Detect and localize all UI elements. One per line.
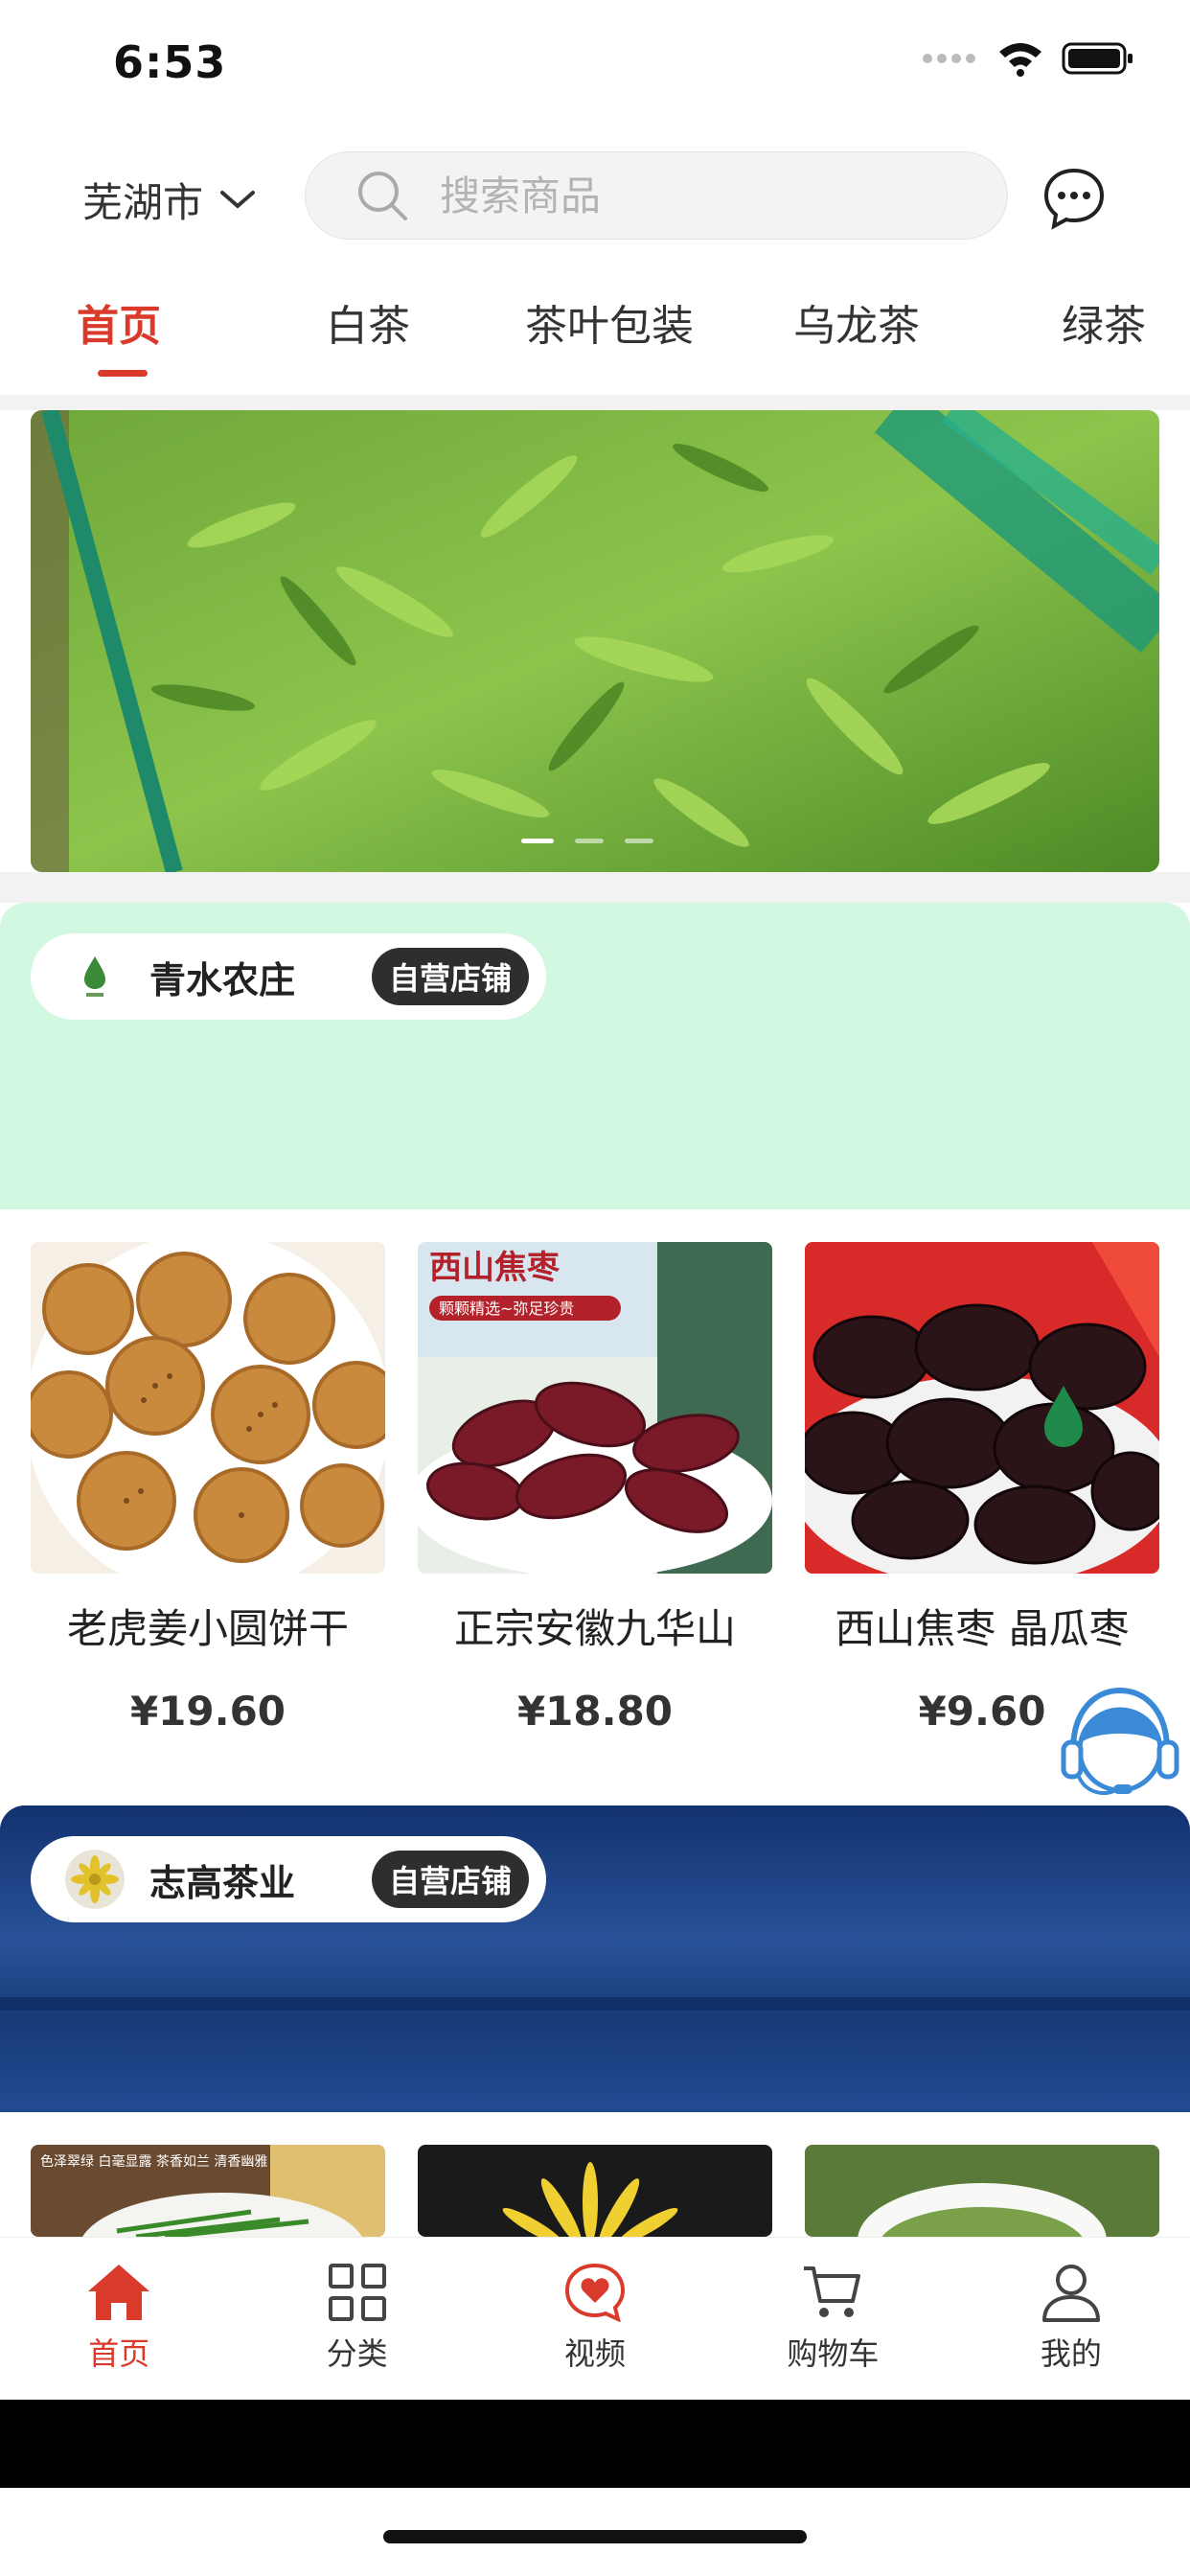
product-image: 西山焦枣 颗颗精选~弥足珍贵 (418, 1242, 772, 1574)
product-image-title: 西山焦枣 (429, 1249, 561, 1287)
shop-header-qingshui[interactable]: 青水农庄 自营店铺 (0, 903, 1190, 1209)
product-image-subtitle: 颗颗精选~弥足珍贵 (439, 1300, 574, 1318)
product-price: ¥18.80 (516, 1688, 674, 1735)
shop-header-zhigao[interactable]: 志高茶业 自营店铺 (0, 1806, 1190, 2112)
chevron-down-icon (220, 190, 256, 209)
product-name: 西山焦枣 晶瓜枣 (835, 1605, 1130, 1652)
nav-home[interactable]: 首页 (0, 2238, 238, 2401)
divider (0, 872, 1190, 903)
self-operated-badge: 自营店铺 (372, 948, 530, 1005)
bottom-nav: 首页 分类 视频 购物车 我的 (0, 2237, 1190, 2401)
self-operated-badge: 自营店铺 (372, 1851, 530, 1908)
wifi-icon (999, 43, 1041, 77)
product-card[interactable] (805, 2145, 1159, 2237)
shop-pill[interactable]: 志高茶业 自营店铺 (31, 1836, 546, 1922)
shop-logo (65, 947, 125, 1006)
product-card[interactable]: 西山焦枣 晶瓜枣 ¥9.60 (805, 1242, 1159, 1735)
product-card[interactable]: 西山焦枣 颗颗精选~弥足珍贵 正宗安徽九华山 ¥18.80 (418, 1242, 772, 1735)
status-icons (922, 40, 1134, 77)
banner-carousel[interactable] (31, 410, 1159, 872)
tab-green-tea[interactable]: 绿茶 (1062, 291, 1146, 353)
heart-chat-icon (565, 2263, 626, 2322)
tab-white-tea[interactable]: 白茶 (326, 291, 410, 353)
nav-label: 视频 (564, 2335, 627, 2372)
carousel-dot[interactable] (625, 839, 653, 843)
shop-name: 志高茶业 (149, 1861, 296, 1904)
tab-tea-packaging[interactable]: 茶叶包装 (525, 291, 694, 353)
carousel-dot[interactable] (575, 839, 604, 843)
nav-label: 我的 (1040, 2335, 1102, 2372)
tab-home[interactable]: 首页 (77, 291, 161, 353)
product-image: 色泽翠绿 白毫显露 茶香如兰 清香幽雅 (31, 2145, 385, 2237)
product-image (805, 2145, 1159, 2237)
product-image (31, 1242, 385, 1574)
nav-label: 购物车 (787, 2335, 880, 2372)
city-label: 芜湖市 (82, 179, 204, 226)
product-image (805, 1242, 1159, 1574)
shop-pill[interactable]: 青水农庄 自营店铺 (31, 933, 546, 1020)
product-name: 老虎姜小圆饼干 (66, 1605, 349, 1652)
nav-mine[interactable]: 我的 (952, 2238, 1190, 2401)
divider (0, 395, 1190, 410)
city-selector[interactable]: 芜湖市 (82, 171, 257, 229)
product-card[interactable] (418, 2145, 772, 2237)
tab-active-indicator (98, 370, 148, 377)
product-image-text: 色泽翠绿 白毫显露 茶香如兰 清香幽雅 (40, 2153, 267, 2170)
carousel-dot[interactable] (521, 839, 554, 843)
shop-logo (65, 1850, 125, 1909)
product-name: 正宗安徽九华山 (453, 1605, 736, 1652)
home-indicator[interactable] (383, 2530, 807, 2543)
shop-name: 青水农庄 (149, 958, 296, 1001)
battery-icon (1062, 42, 1133, 75)
nav-category[interactable]: 分类 (238, 2238, 475, 2401)
home-icon (88, 2265, 150, 2320)
customer-service-icon[interactable] (1058, 1683, 1182, 1802)
product-image (418, 2145, 772, 2237)
grid-icon (328, 2264, 386, 2321)
search-bar[interactable] (305, 151, 1008, 240)
search-icon (358, 172, 407, 220)
banner-image (31, 410, 1159, 872)
nav-label: 分类 (326, 2335, 388, 2372)
cart-icon (804, 2266, 861, 2317)
nav-cart[interactable]: 购物车 (714, 2238, 951, 2401)
product-card[interactable]: 老虎姜小圆饼干 ¥19.60 (31, 1242, 385, 1735)
system-bar (0, 2400, 1190, 2488)
search-input[interactable] (438, 171, 940, 220)
user-icon (1041, 2265, 1100, 2322)
product-row: 色泽翠绿 白毫显露 茶香如兰 清香幽雅 (31, 2145, 1159, 2237)
product-row: 老虎姜小圆饼干 ¥19.60 西山焦枣 颗颗精选~弥足珍贵 正宗安徽九华山 ¥1… (31, 1242, 1159, 1735)
product-card[interactable]: 色泽翠绿 白毫显露 茶香如兰 清香幽雅 (31, 2145, 385, 2237)
tab-oolong[interactable]: 乌龙茶 (793, 291, 920, 353)
signal-icon (923, 54, 975, 63)
message-icon[interactable] (1042, 167, 1106, 230)
category-tabs: 首页 白茶 茶叶包装 乌龙茶 绿茶 (0, 278, 1190, 393)
product-price: ¥19.60 (129, 1688, 286, 1735)
nav-video[interactable]: 视频 (476, 2238, 714, 2401)
nav-label: 首页 (88, 2335, 150, 2372)
status-time: 6:53 (113, 36, 227, 88)
carousel-dots (521, 839, 653, 843)
